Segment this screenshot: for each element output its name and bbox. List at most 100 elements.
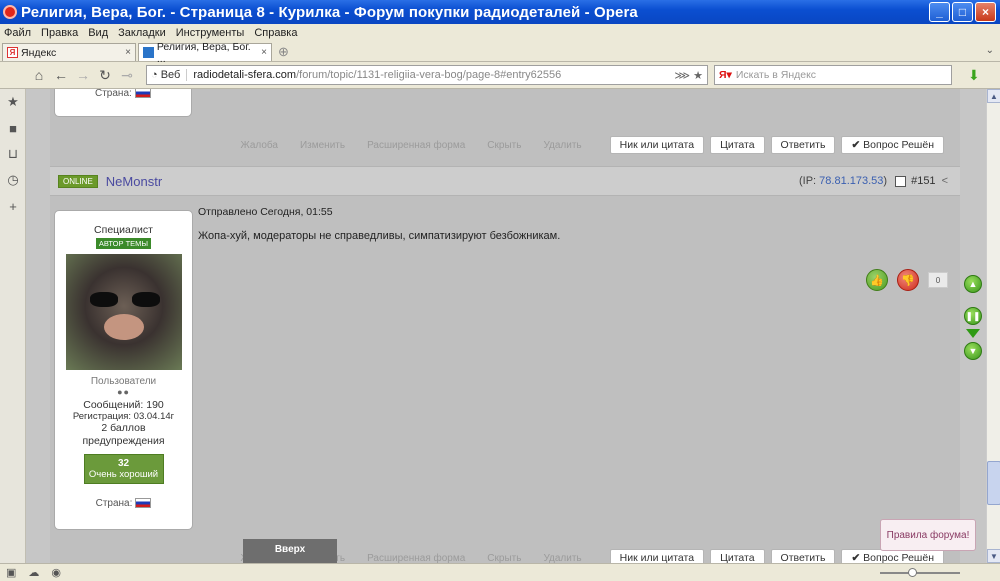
scroll-up-arrow-icon[interactable]: ▲	[987, 89, 1000, 103]
extended-form-link[interactable]: Расширенная форма	[367, 140, 465, 151]
panel-toggle-icon[interactable]: ▣	[6, 566, 16, 579]
search-placeholder: Искать в Яндекс	[735, 69, 817, 81]
search-input[interactable]: Я▾ Искать в Яндекс	[714, 65, 952, 85]
menu-view[interactable]: Вид	[88, 27, 108, 39]
plus-icon: ⊕	[278, 44, 289, 59]
post-header: ONLINE NeMonstr (IP: 78.81.173.53) #151 …	[50, 166, 960, 196]
reputation-badge: 32 Очень хороший	[83, 454, 164, 484]
menu-file[interactable]: Файл	[4, 27, 31, 39]
post-text: Жопа-хуй, модераторы не справедливы, сим…	[198, 230, 561, 242]
opera-logo-icon	[3, 5, 17, 19]
close-button[interactable]: ×	[975, 2, 996, 22]
tab-close-icon[interactable]: ×	[261, 47, 267, 58]
tab-label: Яндекс	[21, 46, 57, 59]
notes-icon[interactable]: ■	[0, 115, 26, 141]
thumbs-up-icon[interactable]: 👍	[866, 269, 888, 291]
thumbs-down-icon[interactable]: 👎	[897, 269, 919, 291]
forward-icon[interactable]: →	[72, 67, 94, 83]
rating-count: 0	[928, 272, 948, 288]
maximize-button[interactable]: □	[952, 2, 973, 22]
post-number[interactable]: #151	[911, 175, 935, 187]
hide-link[interactable]: Скрыть	[487, 553, 521, 564]
forum-favicon-icon	[143, 47, 154, 58]
nick-quote-button[interactable]: Ник или цитата	[609, 136, 705, 154]
delete-link[interactable]: Удалить	[543, 140, 581, 151]
country-label: Страна:	[55, 498, 192, 509]
quote-button[interactable]: Цитата	[710, 549, 765, 563]
tab-religion[interactable]: Религия, Вера, Бог. ... ×	[138, 41, 272, 65]
turbo-icon[interactable]: ◉	[51, 566, 61, 579]
opera-sidebar: ★ ■ ⊔ ◷ +	[0, 89, 26, 563]
add-panel-icon[interactable]: +	[0, 193, 26, 219]
forum-rules-popup[interactable]: Правила форума!	[880, 519, 976, 551]
url-field[interactable]: ◔ Веб radiodetali-sfera.com /forum/topic…	[146, 65, 708, 85]
zoom-slider-thumb[interactable]	[908, 568, 917, 577]
key-icon[interactable]: ⊸	[116, 67, 138, 84]
share-icon[interactable]: <	[942, 175, 948, 187]
tab-label: Религия, Вера, Бог. ...	[156, 40, 251, 65]
reply-button[interactable]: Ответить	[770, 136, 836, 154]
scroll-thumb[interactable]	[987, 461, 1000, 505]
bookmarks-star-icon[interactable]: ★	[0, 89, 26, 115]
tab-yandex[interactable]: Я Яндекс ×	[2, 43, 136, 61]
address-bar: ⌂ ← → ↻ ⊸ ◔ Веб radiodetali-sfera.com /f…	[0, 62, 1000, 89]
user-card: Специалист АВТОР ТЕМЫ Пользователи ●● Со…	[54, 210, 193, 530]
menu-edit[interactable]: Правка	[41, 27, 78, 39]
select-post-checkbox[interactable]	[895, 175, 907, 187]
user-group: Пользователи	[90, 376, 157, 387]
minimize-button[interactable]: _	[929, 2, 950, 22]
check-icon: ✔	[851, 139, 861, 151]
avatar[interactable]	[65, 254, 182, 370]
unite-icon[interactable]: ⊔	[0, 141, 26, 167]
tab-list-chevron-icon[interactable]: ⌄	[986, 45, 994, 56]
scroll-down-arrow-icon[interactable]: ▼	[987, 549, 1000, 563]
warning-points[interactable]: 2 баллов	[55, 422, 192, 435]
registration-date: Регистрация: 03.04.14г	[72, 411, 175, 422]
pause-icon[interactable]: ❚❚	[964, 307, 982, 325]
reply-button[interactable]: Ответить	[770, 549, 836, 563]
solved-button[interactable]: ✔ Вопрос Решён	[841, 136, 944, 154]
reload-icon[interactable]: ↻	[94, 67, 116, 84]
scroll-down-icon[interactable]: ▼	[964, 342, 982, 360]
author-link[interactable]: NeMonstr	[106, 174, 162, 189]
web-label: Веб	[160, 69, 181, 81]
page-scroll-helpers-2: ❚❚ ▼	[964, 307, 982, 364]
window-titlebar: Религия, Вера, Бог. - Страница 8 - Курил…	[0, 0, 1000, 24]
nick-quote-button[interactable]: Ник или цитата	[609, 549, 705, 563]
hide-link[interactable]: Скрыть	[487, 140, 521, 151]
url-domain: radiodetali-sfera.com	[193, 69, 297, 81]
new-tab-button[interactable]: ⊕	[274, 43, 293, 61]
post-actions-prev: Жалоба Изменить Расширенная форма Скрыть…	[240, 136, 944, 154]
cloud-icon[interactable]: ☁	[28, 566, 39, 579]
complaint-link[interactable]: Жалоба	[240, 140, 277, 151]
menu-help[interactable]: Справка	[254, 27, 297, 39]
tab-bar: Я Яндекс × Религия, Вера, Бог. ... × ⊕	[0, 41, 1000, 65]
menu-bookmarks[interactable]: Закладки	[118, 27, 166, 39]
scroll-up-icon[interactable]: ▲	[964, 275, 982, 293]
edit-link[interactable]: Изменить	[300, 140, 345, 151]
check-icon: ✔	[851, 552, 861, 563]
post-body: Отправлено Сегодня, 01:55 Жопа-хуй, моде…	[198, 206, 938, 242]
download-icon[interactable]: ⬇	[968, 67, 980, 84]
rss-icon[interactable]: ⋙	[674, 70, 690, 82]
down-triangle-icon[interactable]	[966, 329, 980, 338]
history-clock-icon[interactable]: ◷	[0, 167, 26, 193]
rss-star-icons: ⋙ ★	[674, 69, 707, 82]
warning-label[interactable]: предупреждения	[55, 435, 192, 448]
vertical-scrollbar[interactable]: ▲ ▼	[986, 89, 1000, 563]
menu-tools[interactable]: Инструменты	[176, 27, 245, 39]
quote-button[interactable]: Цитата	[710, 136, 765, 154]
bookmark-star-icon[interactable]: ★	[693, 70, 703, 82]
solved-button[interactable]: ✔ Вопрос Решён	[841, 549, 944, 563]
back-icon[interactable]: ←	[50, 67, 72, 83]
ip-link[interactable]: 78.81.173.53	[819, 175, 883, 187]
tab-close-icon[interactable]: ×	[125, 47, 131, 58]
prev-user-card: Страна:	[54, 89, 192, 117]
delete-link[interactable]: Удалить	[543, 553, 581, 564]
extended-form-link[interactable]: Расширенная форма	[367, 553, 465, 564]
zoom-slider[interactable]	[880, 572, 960, 574]
url-path: /forum/topic/1131-religiia-vera-bog/page…	[296, 69, 562, 81]
back-to-top-button[interactable]: Вверх	[243, 539, 337, 563]
home-icon[interactable]: ⌂	[28, 67, 50, 83]
russia-flag-icon	[135, 498, 152, 509]
